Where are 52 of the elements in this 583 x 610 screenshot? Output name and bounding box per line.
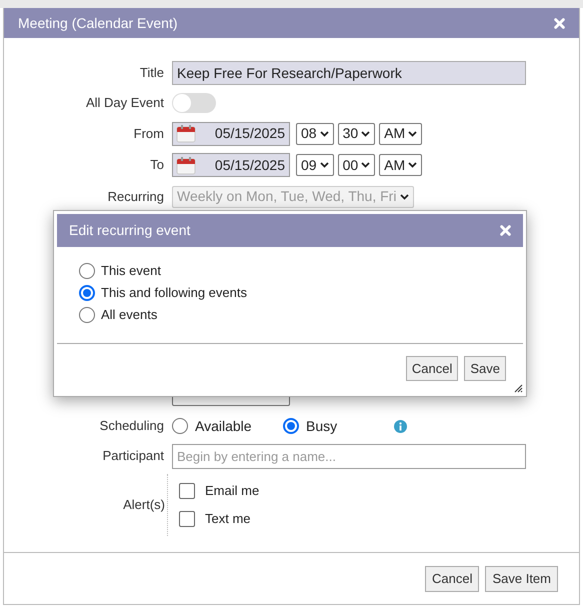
option-label: Text me	[205, 510, 251, 528]
field-label: Recurring	[106, 188, 164, 206]
chevron-down-icon	[400, 194, 410, 200]
option-label: This event	[101, 262, 161, 280]
title-field[interactable]: Keep Free For Research/Paperwork	[172, 61, 526, 85]
dialog-title: Edit recurring event	[69, 221, 190, 240]
radio-button[interactable]	[79, 263, 95, 279]
calendar-icon[interactable]	[176, 156, 196, 174]
dropdown[interactable]: 00	[338, 154, 376, 176]
field-label: To	[149, 156, 164, 174]
option-label: All events	[101, 306, 158, 324]
option-label: Email me	[205, 482, 260, 500]
radio-button[interactable]	[172, 418, 188, 434]
option-label: Busy	[306, 416, 338, 436]
option-label: This and following events	[101, 284, 247, 302]
date-field[interactable]: 05/15/2025	[172, 153, 290, 177]
resize-grip-icon[interactable]	[513, 383, 523, 393]
close-icon[interactable]	[554, 18, 565, 28]
radio-button[interactable]	[283, 418, 299, 434]
field-label: All Day Event	[84, 94, 164, 112]
info-icon[interactable]	[394, 420, 407, 432]
chevron-down-icon	[408, 162, 418, 168]
checkbox[interactable]	[179, 483, 195, 499]
chevron-down-icon	[408, 130, 418, 136]
toggle-switch[interactable]	[172, 93, 216, 113]
chevron-down-icon	[361, 162, 370, 168]
close-icon[interactable]	[500, 225, 511, 236]
dropdown[interactable]: AM	[379, 154, 422, 176]
field-label: Scheduling	[98, 417, 164, 436]
radio-button[interactable]	[79, 307, 95, 323]
field-label: Title	[138, 64, 164, 82]
chevron-down-icon	[361, 130, 370, 136]
dropdown[interactable]: 08	[296, 122, 334, 144]
participant-field[interactable]: Begin by entering a name...	[172, 444, 526, 468]
dropdown[interactable]: AM	[379, 122, 422, 144]
dropdown[interactable]: 30	[338, 122, 376, 144]
chevron-down-icon	[320, 130, 329, 136]
checkbox[interactable]	[179, 511, 195, 527]
calendar-icon[interactable]	[176, 124, 196, 143]
field-label: From	[132, 124, 164, 143]
footer-button[interactable]: Cancel	[425, 566, 480, 592]
dialog-button[interactable]: Cancel	[406, 356, 458, 381]
dropdown[interactable]: 09	[296, 154, 334, 176]
dialog-button[interactable]: Save	[464, 356, 506, 381]
date-field[interactable]: 05/15/2025	[172, 122, 290, 146]
radio-button[interactable]	[79, 285, 95, 301]
footer-button[interactable]: Save Item	[485, 566, 558, 592]
window-title: Meeting (Calendar Event)	[18, 14, 178, 33]
field-label: Alert(s)	[122, 496, 166, 514]
option-label: Available	[195, 416, 252, 436]
field-label: Participant	[102, 447, 164, 466]
chevron-down-icon	[320, 162, 329, 168]
